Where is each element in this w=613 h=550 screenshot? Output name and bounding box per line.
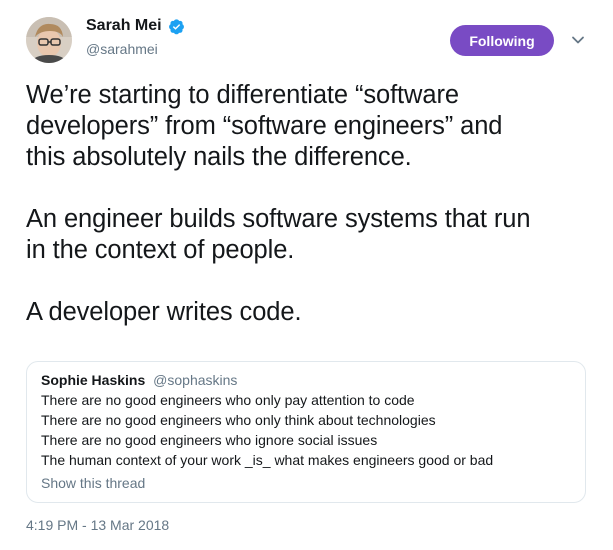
quoted-tweet-line: There are no good engineers who only thi… xyxy=(41,412,436,428)
verified-badge-icon xyxy=(168,18,185,35)
quoted-tweet-line: The human context of your work _is_ what… xyxy=(41,452,494,468)
quoted-author-handle: @sophaskins xyxy=(153,372,238,388)
quoted-tweet[interactable]: Sophie Haskins @sophaskins There are no … xyxy=(26,361,586,503)
tweet-line: this absolutely nails the difference. xyxy=(26,143,412,171)
tweet-line: We’re starting to differentiate “softwar… xyxy=(26,81,459,109)
tweet-text: We’re starting to differentiate “softwar… xyxy=(26,80,596,328)
author-name[interactable]: Sarah Mei xyxy=(86,17,162,35)
following-button[interactable]: Following xyxy=(450,25,554,56)
tweet-line: developers” from “software engineers” an… xyxy=(26,112,503,140)
tweet-line: in the context of people. xyxy=(26,236,295,264)
tweet-timestamp[interactable]: 4:19 PM - 13 Mar 2018 xyxy=(26,517,169,533)
quoted-tweet-line: There are no good engineers who ignore s… xyxy=(41,432,378,448)
chevron-down-icon[interactable] xyxy=(571,33,585,47)
tweet-line: A developer writes code. xyxy=(26,298,302,326)
avatar[interactable] xyxy=(26,17,72,63)
tweet-line: An engineer builds software systems that… xyxy=(26,205,531,233)
author-name-row[interactable]: Sarah Mei xyxy=(86,17,185,35)
quoted-tweet-header: Sophie Haskins @sophaskins xyxy=(41,372,237,388)
show-thread-link[interactable]: Show this thread xyxy=(41,475,145,491)
quoted-author-name: Sophie Haskins xyxy=(41,372,146,388)
author-handle[interactable]: @sarahmei xyxy=(86,41,158,57)
quoted-tweet-line: There are no good engineers who only pay… xyxy=(41,392,415,408)
